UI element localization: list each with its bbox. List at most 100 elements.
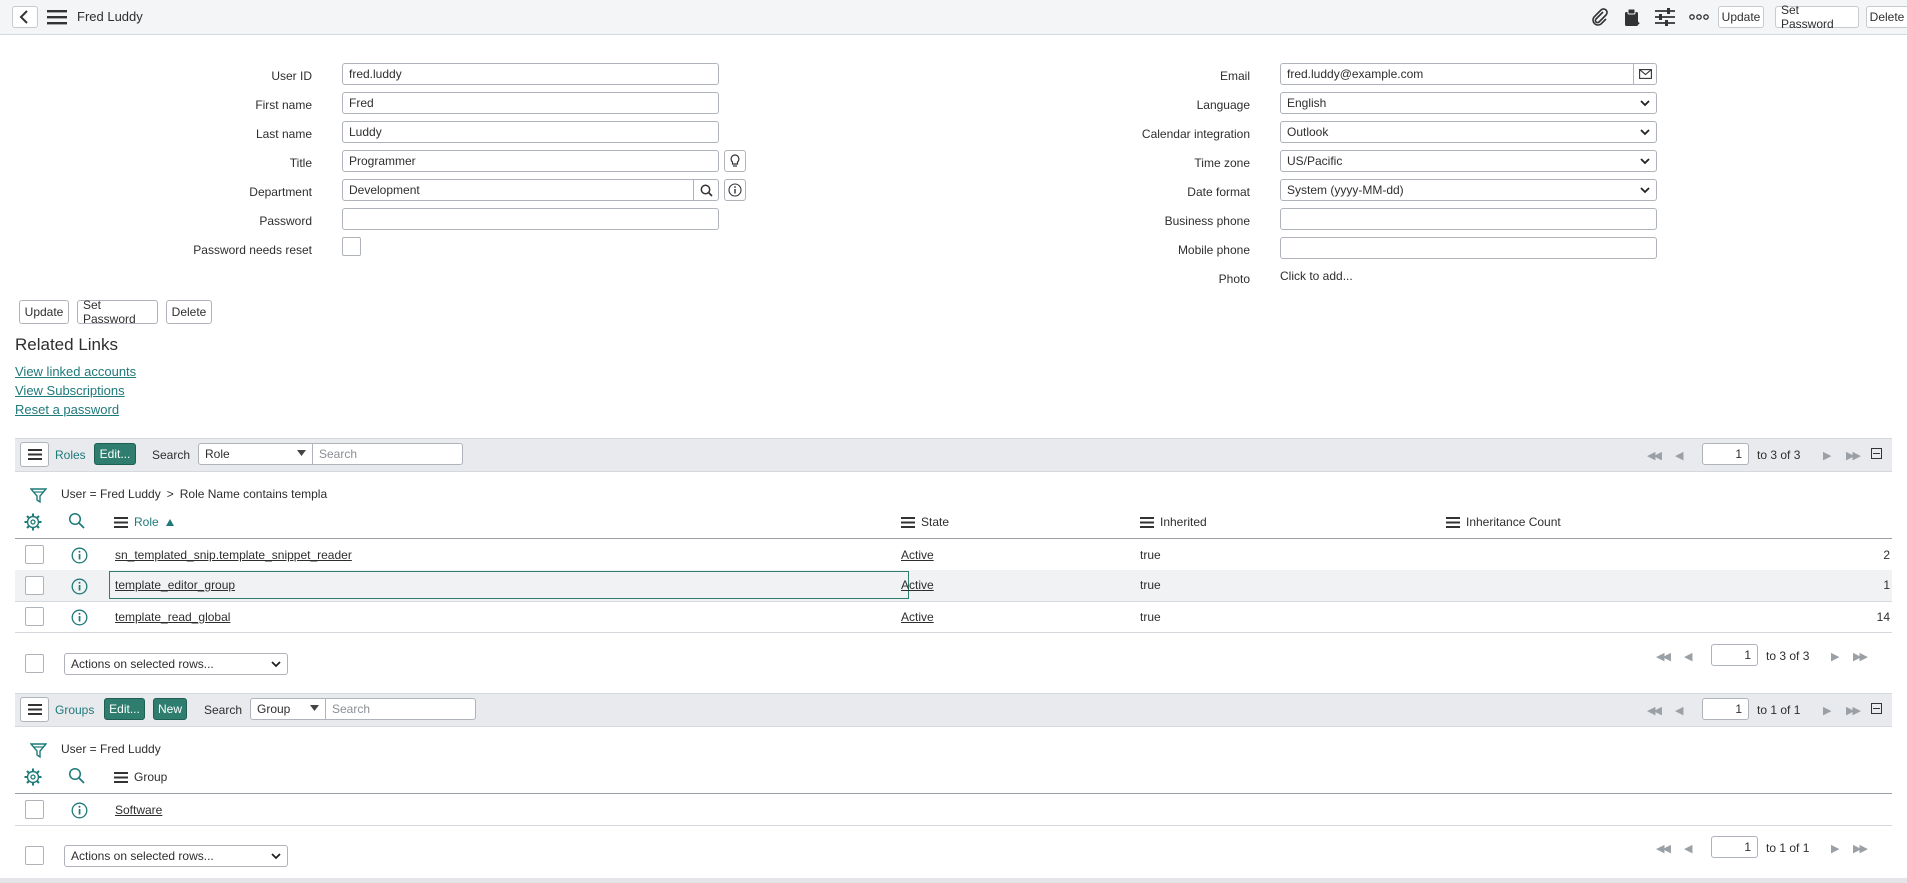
department-field[interactable]: Development [342,179,694,201]
collapse-list-icon[interactable] [1871,448,1882,459]
info-icon[interactable] [70,801,88,819]
first-page-icon[interactable]: ◀◀ [1656,842,1671,855]
header-update-button[interactable]: Update [1718,6,1764,28]
date-format-select[interactable]: System (yyyy-MM-dd) [1280,179,1657,201]
groups-page-input[interactable]: 1 [1702,698,1749,720]
email-field[interactable]: fred.luddy@example.com [1280,63,1634,85]
photo-add-link[interactable]: Click to add... [1280,269,1353,283]
personalize-sliders-icon[interactable] [1654,7,1676,27]
user-id-field[interactable]: fred.luddy [342,63,719,85]
roles-edit-button[interactable]: Edit... [94,443,136,465]
column-menu-icon[interactable] [1446,516,1460,528]
previous-page-icon[interactable]: ◀ [1675,704,1684,717]
last-page-icon[interactable]: ▶▶ [1846,449,1861,462]
roles-search-input[interactable]: Search [312,443,463,465]
set-password-button[interactable]: Set Password [77,298,158,326]
info-icon[interactable] [70,608,88,626]
row-checkbox[interactable] [25,576,44,595]
column-header-inheritance-count[interactable]: Inheritance Count [1446,515,1561,529]
more-options-icon[interactable] [1688,7,1710,27]
column-inherited-label[interactable]: Inherited [1160,515,1207,529]
roles-list-menu-button[interactable] [20,442,49,467]
first-page-icon[interactable]: ◀◀ [1647,449,1662,462]
column-role-label[interactable]: Role [134,515,159,529]
update-button[interactable]: Update [19,300,69,324]
hamburger-menu-icon[interactable] [46,8,68,26]
collapse-list-icon[interactable] [1871,703,1882,714]
next-page-icon[interactable]: ▶ [1823,449,1832,462]
gear-icon[interactable] [23,512,42,531]
column-header-role[interactable]: Role [114,515,175,529]
groups-breadcrumb[interactable]: User = Fred Luddy [61,742,161,756]
password-needs-reset-checkbox[interactable] [342,237,361,256]
roles-footer-page-input[interactable]: 1 [1711,644,1758,666]
first-page-icon[interactable]: ◀◀ [1647,704,1662,717]
row-checkbox[interactable] [25,800,44,819]
header-set-password-button[interactable]: Set Password [1775,3,1859,31]
next-page-icon[interactable]: ▶ [1831,842,1840,855]
info-icon[interactable] [70,546,88,564]
header-delete-button[interactable]: Delete [1866,6,1907,28]
role-name-link[interactable]: sn_templated_snip.template_snippet_reade… [115,548,352,562]
column-group-label[interactable]: Group [134,770,167,784]
clipboard-icon[interactable] [1621,7,1643,27]
breadcrumb-user[interactable]: User = Fred Luddy [61,487,161,501]
calendar-integration-select[interactable]: Outlook [1280,121,1657,143]
column-inheritance-count-label[interactable]: Inheritance Count [1466,515,1561,529]
groups-new-button[interactable]: New [153,698,187,720]
groups-actions-select[interactable]: Actions on selected rows... [64,845,288,867]
department-info-button[interactable] [724,179,746,201]
last-name-field[interactable]: Luddy [342,121,719,143]
groups-search-field-select[interactable]: Group [250,698,326,720]
column-header-state[interactable]: State [901,515,949,529]
last-page-icon[interactable]: ▶▶ [1853,842,1868,855]
column-header-group[interactable]: Group [114,770,167,784]
state-link[interactable]: Active [901,610,934,624]
groups-list-menu-button[interactable] [20,697,49,722]
column-header-inherited[interactable]: Inherited [1140,515,1207,529]
time-zone-select[interactable]: US/Pacific [1280,150,1657,172]
language-select[interactable]: English [1280,92,1657,114]
column-menu-icon[interactable] [114,771,128,783]
state-link[interactable]: Active [901,578,934,592]
groups-search-input[interactable]: Search [325,698,476,720]
roles-page-input[interactable]: 1 [1702,443,1749,465]
search-icon[interactable] [67,766,86,785]
roles-actions-select[interactable]: Actions on selected rows... [64,653,288,675]
info-icon[interactable] [70,577,88,595]
title-field[interactable]: Programmer [342,150,719,172]
tab-groups[interactable]: Groups [55,703,94,717]
tab-roles[interactable]: Roles [55,448,86,462]
breadcrumb-role-condition[interactable]: Role Name contains templa [180,487,327,501]
gear-icon[interactable] [23,767,42,786]
first-name-field[interactable]: Fred [342,92,719,114]
next-page-icon[interactable]: ▶ [1823,704,1832,717]
row-checkbox[interactable] [25,607,44,626]
role-name-link[interactable]: template_read_global [115,610,230,624]
select-all-checkbox[interactable] [25,846,44,865]
next-page-icon[interactable]: ▶ [1831,650,1840,663]
column-state-label[interactable]: State [921,515,949,529]
column-menu-icon[interactable] [901,516,915,528]
business-phone-field[interactable] [1280,208,1657,230]
view-linked-accounts-link[interactable]: View linked accounts [15,364,136,379]
suggestion-button[interactable] [724,150,746,172]
groups-footer-page-input[interactable]: 1 [1711,836,1758,858]
group-name-link[interactable]: Software [115,803,162,817]
mobile-phone-field[interactable] [1280,237,1657,259]
filter-icon[interactable] [29,741,47,759]
view-subscriptions-link[interactable]: View Subscriptions [15,383,125,398]
role-name-link[interactable]: template_editor_group [115,578,235,592]
first-page-icon[interactable]: ◀◀ [1656,650,1671,663]
search-icon[interactable] [67,511,86,530]
send-email-button[interactable] [1633,63,1657,85]
password-field[interactable] [342,208,719,230]
filter-icon[interactable] [29,486,47,504]
state-link[interactable]: Active [901,548,934,562]
reset-password-link[interactable]: Reset a password [15,402,119,417]
column-menu-icon[interactable] [1140,516,1154,528]
last-page-icon[interactable]: ▶▶ [1853,650,1868,663]
previous-page-icon[interactable]: ◀ [1684,842,1693,855]
last-page-icon[interactable]: ▶▶ [1846,704,1861,717]
delete-button[interactable]: Delete [166,300,212,324]
